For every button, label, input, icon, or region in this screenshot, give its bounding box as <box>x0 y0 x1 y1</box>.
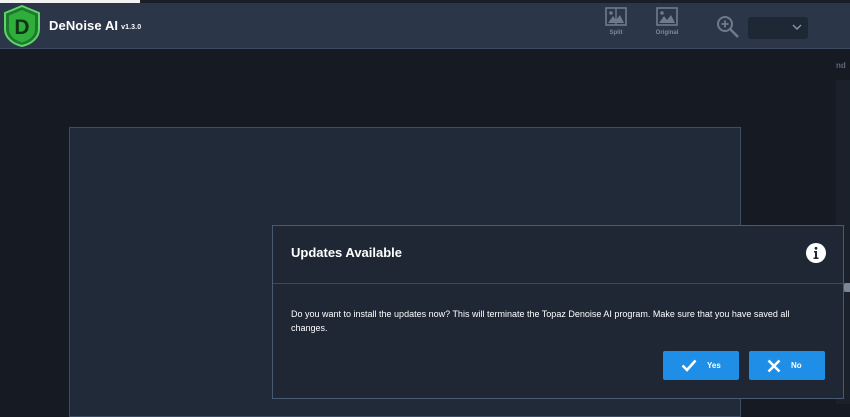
dialog-header: Updates Available <box>273 226 843 284</box>
zoom-select[interactable] <box>748 17 808 39</box>
updates-dialog: Updates Available Do you want to install… <box>272 225 844 399</box>
image-split-icon <box>605 7 627 26</box>
yes-button[interactable]: Yes <box>663 351 739 380</box>
yes-label: Yes <box>707 361 721 370</box>
dialog-title: Updates Available <box>291 245 403 260</box>
no-button[interactable]: No <box>749 351 825 380</box>
denoise-logo-icon: D <box>4 5 40 47</box>
app-version: v1.3.0 <box>121 24 142 31</box>
no-label: No <box>791 361 802 370</box>
app-title: DeNoise AI v1.3.0 <box>49 18 141 33</box>
split-view-button[interactable]: Split <box>594 7 638 47</box>
zoom-in-icon[interactable] <box>716 15 740 39</box>
original-label: Original <box>655 30 679 36</box>
chevron-down-icon <box>792 24 802 30</box>
dialog-message: Do you want to install the updates now? … <box>291 309 790 333</box>
info-icon <box>806 243 826 263</box>
logo-letter: D <box>14 16 29 39</box>
right-panel-partial-label: nd <box>836 61 846 70</box>
app-name: DeNoise AI <box>49 18 119 33</box>
app-header: D DeNoise AI v1.3.0 Split Original <box>0 3 850 49</box>
slider-handle[interactable] <box>843 283 850 292</box>
original-view-button[interactable]: Original <box>645 7 689 47</box>
split-label: Split <box>609 30 623 36</box>
checkmark-icon <box>681 359 697 372</box>
close-icon <box>767 359 781 372</box>
image-icon <box>656 7 678 26</box>
